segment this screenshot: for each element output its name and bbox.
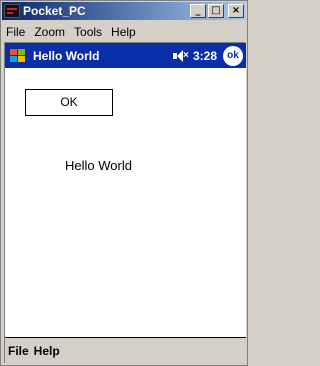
flag-green [18,48,25,55]
nav-title: Hello World [33,48,100,63]
device-menubar: File Help [5,337,246,364]
flag-yellow [18,55,25,62]
flag-red [10,48,17,55]
navigation-bar: Hello World × 3:28 ok [5,43,246,68]
title-bar[interactable]: Pocket_PC _ □ × [2,2,246,20]
close-button[interactable]: × [228,4,244,18]
app-content: OK Hello World [5,68,246,337]
device-menu-help[interactable]: Help [31,344,62,358]
ok-button[interactable]: OK [25,89,113,116]
windows-start-icon[interactable] [7,45,29,67]
minimize-button[interactable]: _ [190,4,206,18]
mute-mark: × [182,49,189,61]
device-menu-file[interactable]: File [5,344,31,358]
window-title: Pocket_PC [23,4,86,18]
host-menubar: File Zoom Tools Help [2,22,246,42]
maximize-button[interactable]: □ [208,4,224,18]
ok-close-button[interactable]: ok [223,45,243,66]
app-icon [4,4,20,18]
menu-tools[interactable]: Tools [70,25,107,39]
speaker-mute-icon[interactable]: × [171,48,189,64]
menu-help[interactable]: Help [107,25,141,39]
menu-file[interactable]: File [2,25,30,39]
clock[interactable]: 3:28 [193,49,217,63]
flag-blue [10,55,17,62]
device-screen: Hello World × 3:28 ok OK Hello World Fil… [4,42,246,364]
hello-label: Hello World [65,158,132,173]
emulator-window: Pocket_PC _ □ × File Zoom Tools Help Hel… [0,0,248,366]
menu-zoom[interactable]: Zoom [30,25,70,39]
